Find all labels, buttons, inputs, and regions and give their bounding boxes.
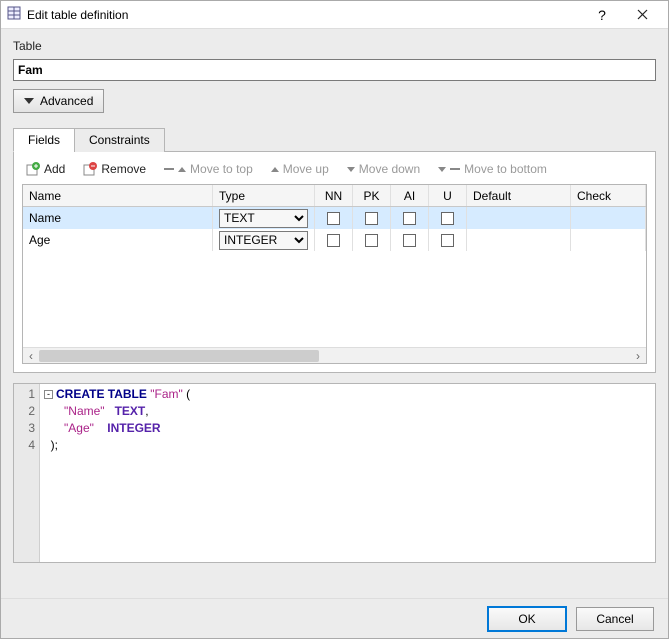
fields-panel: Add Remove Move to top Move up Move down [13, 152, 656, 373]
sql-gutter: 1 2 3 4 [14, 384, 40, 562]
table-name-input[interactable] [13, 59, 656, 81]
add-field-button[interactable]: Add [26, 162, 65, 176]
help-button[interactable]: ? [582, 2, 622, 28]
ok-button[interactable]: OK [488, 607, 566, 631]
cancel-button[interactable]: Cancel [576, 607, 654, 631]
sql-code[interactable]: -CREATE TABLE "Fam" ( "Name" TEXT, "Age"… [40, 384, 194, 562]
col-header-name[interactable]: Name [23, 185, 213, 206]
dialog-title: Edit table definition [27, 8, 582, 22]
checkbox[interactable] [365, 234, 378, 247]
table-row[interactable]: AgeTEXTINTEGERREALBLOBNUMERIC [23, 229, 646, 251]
tab-constraints[interactable]: Constraints [74, 128, 165, 152]
checkbox[interactable] [441, 234, 454, 247]
grid-header: Name Type NN PK AI U Default Check [23, 185, 646, 207]
scroll-left-arrow[interactable]: ‹ [23, 348, 39, 364]
move-bottom-button[interactable]: Move to bottom [438, 162, 547, 176]
scroll-right-arrow[interactable]: › [630, 348, 646, 364]
fields-toolbar: Add Remove Move to top Move up Move down [22, 160, 647, 184]
add-icon [26, 162, 40, 176]
col-header-u[interactable]: U [429, 185, 467, 206]
col-header-check[interactable]: Check [571, 185, 646, 206]
table-label: Table [13, 39, 656, 53]
advanced-label: Advanced [40, 94, 93, 108]
close-button[interactable] [622, 2, 662, 28]
scroll-thumb[interactable] [39, 350, 319, 362]
dialog-footer: OK Cancel [1, 598, 668, 638]
move-top-icon [164, 168, 174, 170]
close-icon [637, 9, 648, 20]
fold-icon[interactable]: - [44, 390, 53, 399]
checkbox[interactable] [327, 234, 340, 247]
horizontal-scrollbar[interactable]: ‹ › [23, 347, 646, 363]
col-header-nn[interactable]: NN [315, 185, 353, 206]
checkbox[interactable] [403, 212, 416, 225]
table-icon [7, 6, 21, 23]
tab-fields[interactable]: Fields [13, 128, 75, 152]
move-up-icon [271, 167, 279, 172]
move-down-button[interactable]: Move down [347, 162, 420, 176]
remove-field-button[interactable]: Remove [83, 162, 146, 176]
checkbox[interactable] [441, 212, 454, 225]
advanced-button[interactable]: Advanced [13, 89, 104, 113]
chevron-down-icon [24, 98, 34, 104]
checkbox[interactable] [365, 212, 378, 225]
checkbox[interactable] [327, 212, 340, 225]
edit-table-dialog: Edit table definition ? Table Advanced F… [0, 0, 669, 639]
move-top-button[interactable]: Move to top [164, 162, 253, 176]
table-row[interactable]: NameTEXTINTEGERREALBLOBNUMERIC [23, 207, 646, 229]
col-header-ai[interactable]: AI [391, 185, 429, 206]
titlebar: Edit table definition ? [1, 1, 668, 29]
grid-body: NameTEXTINTEGERREALBLOBNUMERICAgeTEXTINT… [23, 207, 646, 347]
move-bottom-icon [438, 167, 446, 172]
col-header-default[interactable]: Default [467, 185, 571, 206]
col-header-type[interactable]: Type [213, 185, 315, 206]
dialog-content: Table Advanced Fields Constraints Add Re… [1, 29, 668, 598]
col-header-pk[interactable]: PK [353, 185, 391, 206]
type-select[interactable]: TEXTINTEGERREALBLOBNUMERIC [219, 231, 308, 250]
fields-grid: Name Type NN PK AI U Default Check NameT… [22, 184, 647, 364]
type-select[interactable]: TEXTINTEGERREALBLOBNUMERIC [219, 209, 308, 228]
sql-preview: 1 2 3 4 -CREATE TABLE "Fam" ( "Name" TEX… [13, 383, 656, 563]
move-up-button[interactable]: Move up [271, 162, 329, 176]
move-down-icon [347, 167, 355, 172]
remove-icon [83, 162, 97, 176]
tabs: Fields Constraints [13, 127, 656, 152]
checkbox[interactable] [403, 234, 416, 247]
